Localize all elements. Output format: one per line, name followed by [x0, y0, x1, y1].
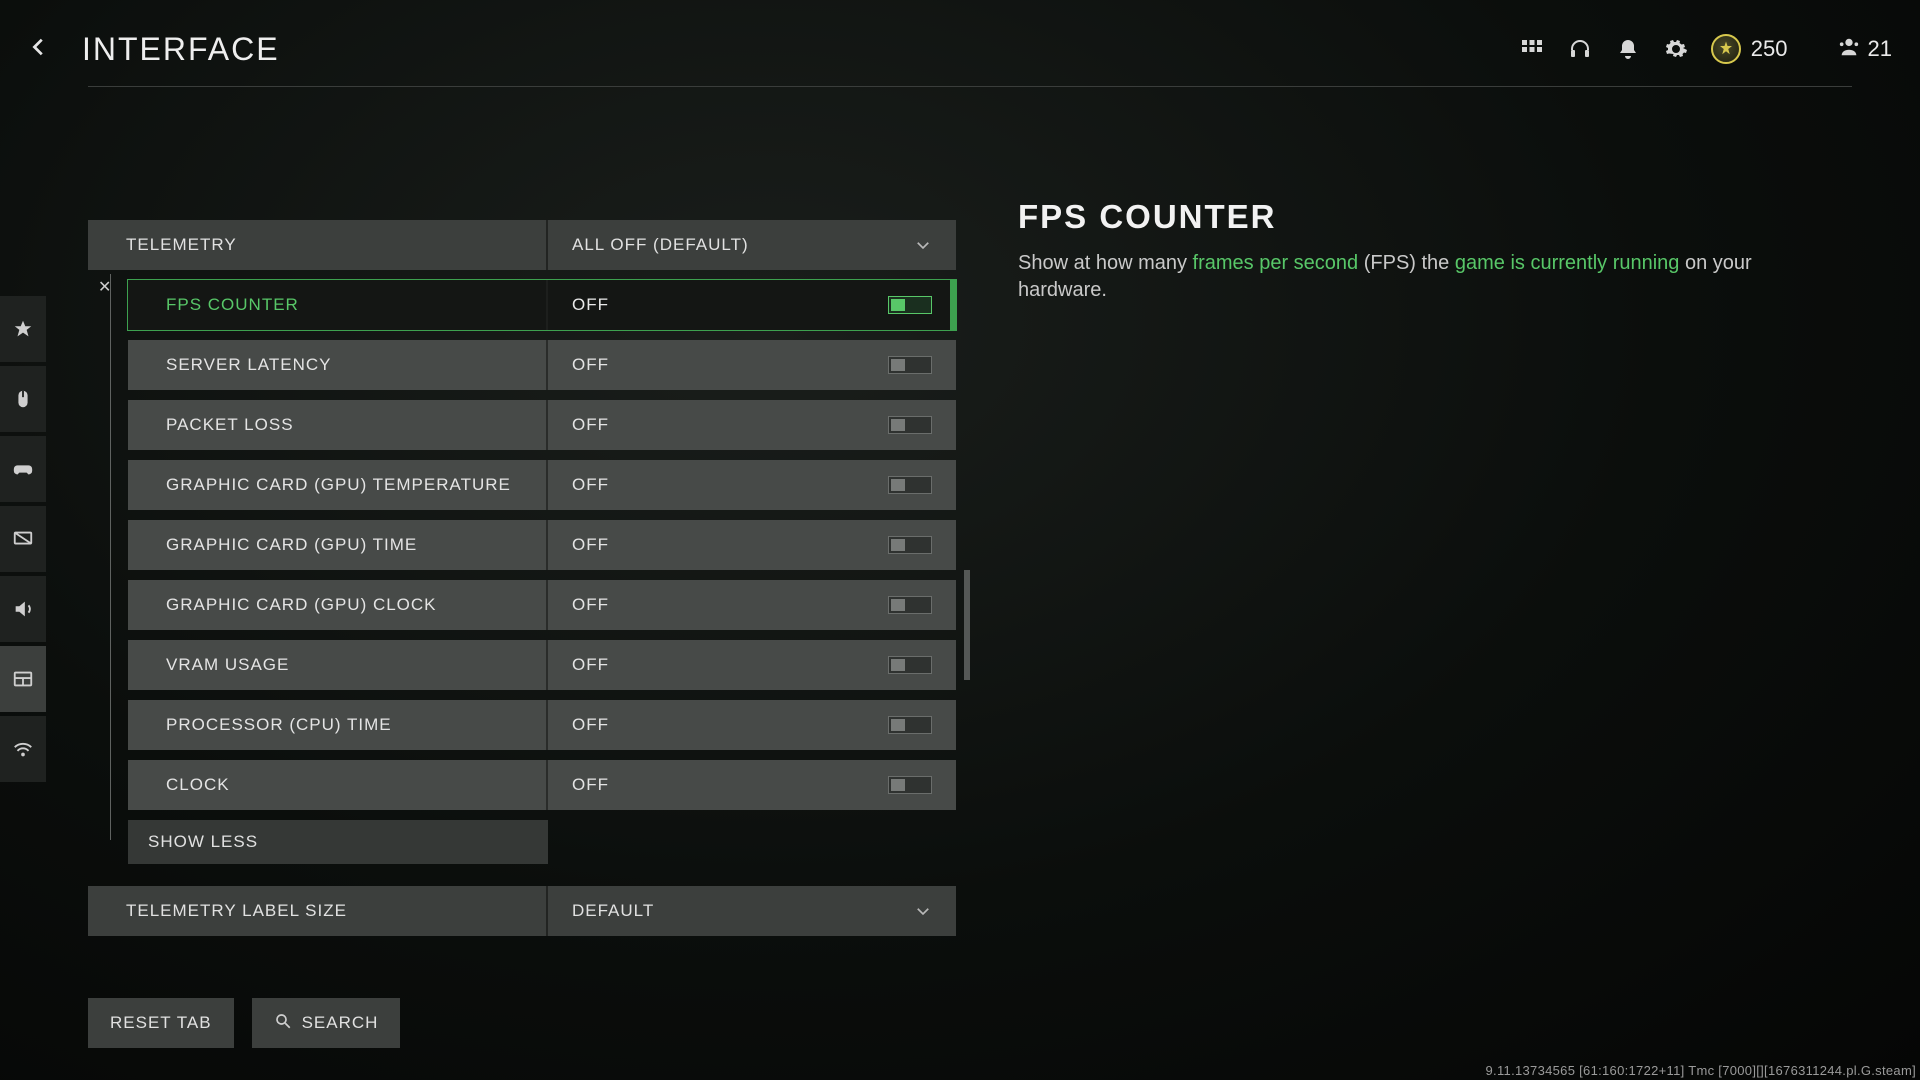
option-vram-usage[interactable]: VRAM USAGE OFF: [128, 640, 956, 690]
option-gpu-temperature[interactable]: GRAPHIC CARD (GPU) TEMPERATURE OFF: [128, 460, 956, 510]
sidebar-item-mouse[interactable]: [0, 366, 46, 432]
build-string: 9.11.13734565 [61:160:1722+11] Tmc [7000…: [1486, 1063, 1916, 1078]
category-sidebar: [0, 296, 46, 786]
telemetry-section-value: ALL OFF (DEFAULT): [548, 220, 956, 270]
option-fps-counter[interactable]: FPS COUNTER OFF: [128, 280, 956, 330]
players-icon: [1838, 36, 1860, 63]
toggle-clock[interactable]: [888, 776, 932, 794]
grid-icon[interactable]: [1519, 36, 1545, 62]
option-gpu-time[interactable]: GRAPHIC CARD (GPU) TIME OFF: [128, 520, 956, 570]
header-bar: INTERFACE 250 21: [0, 0, 1920, 98]
telemetry-label-size-value: DEFAULT: [548, 886, 956, 936]
sidebar-item-network[interactable]: [0, 716, 46, 782]
coin-icon: [1711, 34, 1741, 64]
option-cpu-time[interactable]: PROCESSOR (CPU) TIME OFF: [128, 700, 956, 750]
sidebar-item-audio[interactable]: [0, 576, 46, 642]
telemetry-label-size-row[interactable]: TELEMETRY LABEL SIZE DEFAULT: [88, 886, 956, 936]
telemetry-label-size-label: TELEMETRY LABEL SIZE: [88, 886, 548, 936]
option-clock[interactable]: CLOCK OFF: [128, 760, 956, 810]
toggle-gpu-clock[interactable]: [888, 596, 932, 614]
player-count-value: 21: [1868, 36, 1892, 62]
toggle-fps-counter[interactable]: [888, 296, 932, 314]
telemetry-section-row[interactable]: TELEMETRY ALL OFF (DEFAULT): [88, 220, 956, 270]
player-count[interactable]: 21: [1838, 36, 1892, 63]
search-button[interactable]: SEARCH: [252, 998, 401, 1048]
description-panel: FPS COUNTER Show at how many frames per …: [1018, 198, 1758, 304]
settings-scrollbar[interactable]: [964, 280, 970, 934]
bottom-buttons: RESET TAB SEARCH: [88, 998, 400, 1048]
back-button[interactable]: [22, 32, 56, 66]
toggle-server-latency[interactable]: [888, 356, 932, 374]
currency-amount: 250: [1751, 36, 1788, 62]
collapse-button[interactable]: ✕: [98, 280, 111, 296]
telemetry-subrows: ✕ FPS COUNTER OFF SERVER LATENCY OFF PAC…: [128, 280, 956, 864]
toggle-packet-loss[interactable]: [888, 416, 932, 434]
option-packet-loss[interactable]: PACKET LOSS OFF: [128, 400, 956, 450]
description-text: Show at how many frames per second (FPS)…: [1018, 250, 1758, 304]
chevron-left-icon: [28, 36, 50, 63]
sidebar-item-controller[interactable]: [0, 436, 46, 502]
scrollbar-thumb[interactable]: [964, 570, 970, 680]
reset-tab-button[interactable]: RESET TAB: [88, 998, 234, 1048]
header-divider: [88, 86, 1852, 87]
sidebar-item-display[interactable]: [0, 506, 46, 572]
search-icon: [274, 1012, 292, 1035]
bell-icon[interactable]: [1615, 36, 1641, 62]
description-title: FPS COUNTER: [1018, 198, 1758, 236]
toggle-gpu-temperature[interactable]: [888, 476, 932, 494]
chevron-down-icon: [914, 902, 932, 920]
settings-pane: TELEMETRY ALL OFF (DEFAULT) ✕ FPS COUNTE…: [88, 220, 956, 946]
toggle-gpu-time[interactable]: [888, 536, 932, 554]
option-gpu-clock[interactable]: GRAPHIC CARD (GPU) CLOCK OFF: [128, 580, 956, 630]
show-less-button[interactable]: SHOW LESS: [128, 820, 548, 864]
headset-icon[interactable]: [1567, 36, 1593, 62]
sidebar-item-star[interactable]: [0, 296, 46, 362]
header-right: 250 21: [1519, 34, 1892, 64]
toggle-cpu-time[interactable]: [888, 716, 932, 734]
option-server-latency[interactable]: SERVER LATENCY OFF: [128, 340, 956, 390]
page-title: INTERFACE: [82, 31, 280, 68]
telemetry-section-label: TELEMETRY: [88, 220, 548, 270]
currency-badge[interactable]: 250: [1711, 34, 1788, 64]
gear-icon[interactable]: [1663, 36, 1689, 62]
chevron-down-icon: [914, 236, 932, 254]
sidebar-item-interface[interactable]: [0, 646, 46, 712]
toggle-vram-usage[interactable]: [888, 656, 932, 674]
